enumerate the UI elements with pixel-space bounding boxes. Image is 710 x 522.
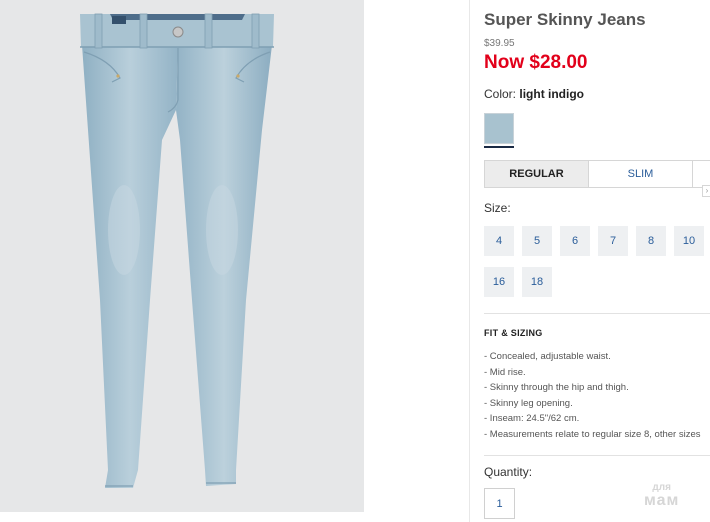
color-swatch-light-indigo[interactable] xyxy=(484,113,514,144)
fit-tabs: REGULAR SLIM xyxy=(484,160,710,188)
sale-price: Now $28.00 xyxy=(484,52,588,73)
list-item: - Measurements relate to regular size 8,… xyxy=(484,428,701,440)
product-info-panel: Super Skinny Jeans $39.95 Now $28.00 Col… xyxy=(484,0,710,522)
size-button-5[interactable]: 5 xyxy=(522,226,552,256)
list-item: - Inseam: 24.5"/62 cm. xyxy=(484,413,580,424)
scroll-arrow-icon[interactable]: › xyxy=(702,185,710,197)
jeans-image xyxy=(80,13,274,488)
size-button-8[interactable]: 8 xyxy=(636,226,666,256)
quantity-input[interactable] xyxy=(484,488,515,519)
original-price: $39.95 xyxy=(484,38,515,49)
product-title: Super Skinny Jeans xyxy=(484,10,646,29)
page-divider xyxy=(469,0,470,522)
size-button-6[interactable]: 6 xyxy=(560,226,590,256)
size-button-10[interactable]: 10 xyxy=(674,226,704,256)
tab-slim[interactable]: SLIM xyxy=(589,161,693,187)
fit-sizing-list: - Concealed, adjustable waist. - Mid ris… xyxy=(484,349,700,442)
section-divider xyxy=(484,455,710,456)
color-value: light indigo xyxy=(519,87,585,101)
selected-swatch-indicator xyxy=(484,146,514,148)
product-image xyxy=(0,0,364,512)
color-label: Color: xyxy=(484,87,517,101)
fit-sizing-heading: FIT & SIZING xyxy=(484,328,543,338)
quantity-label: Quantity: xyxy=(484,465,533,479)
list-item: - Skinny through the hip and thigh. xyxy=(484,382,629,393)
size-button-16[interactable]: 16 xyxy=(484,267,514,297)
tab-regular[interactable]: REGULAR xyxy=(485,161,589,187)
size-button-4[interactable]: 4 xyxy=(484,226,514,256)
size-label: Size: xyxy=(484,201,511,215)
color-row: Color: light indigo xyxy=(484,87,584,101)
size-button-7[interactable]: 7 xyxy=(598,226,628,256)
list-item: - Concealed, adjustable waist. xyxy=(484,351,611,362)
list-item: - Skinny leg opening. xyxy=(484,397,573,409)
size-button-18[interactable]: 18 xyxy=(522,267,552,297)
section-divider xyxy=(484,313,710,314)
list-item: - Mid rise. xyxy=(484,366,526,378)
